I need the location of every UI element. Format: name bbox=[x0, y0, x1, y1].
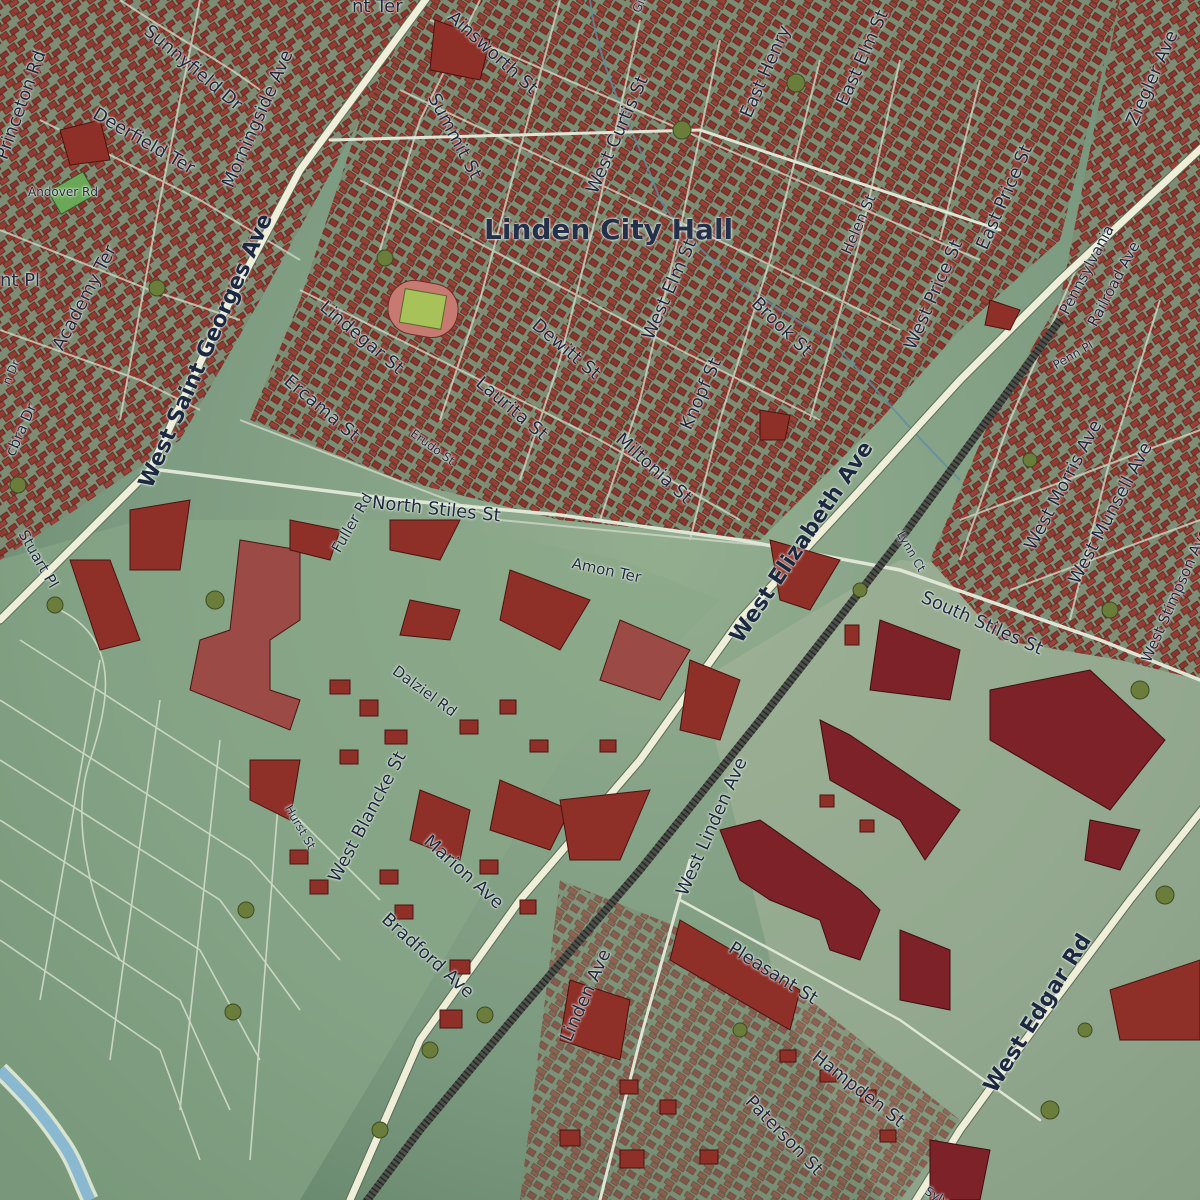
city-hall-label[interactable]: Linden City Hall bbox=[484, 216, 733, 244]
street-label-frag-pl[interactable]: nt Pl bbox=[0, 272, 40, 290]
map-canvas[interactable]: Linden City Hall West Saint Georges Ave … bbox=[0, 0, 1200, 1200]
street-label-frag-ter[interactable]: nt Ter bbox=[352, 0, 403, 16]
street-label-andover[interactable]: Andover Rd bbox=[28, 186, 98, 198]
